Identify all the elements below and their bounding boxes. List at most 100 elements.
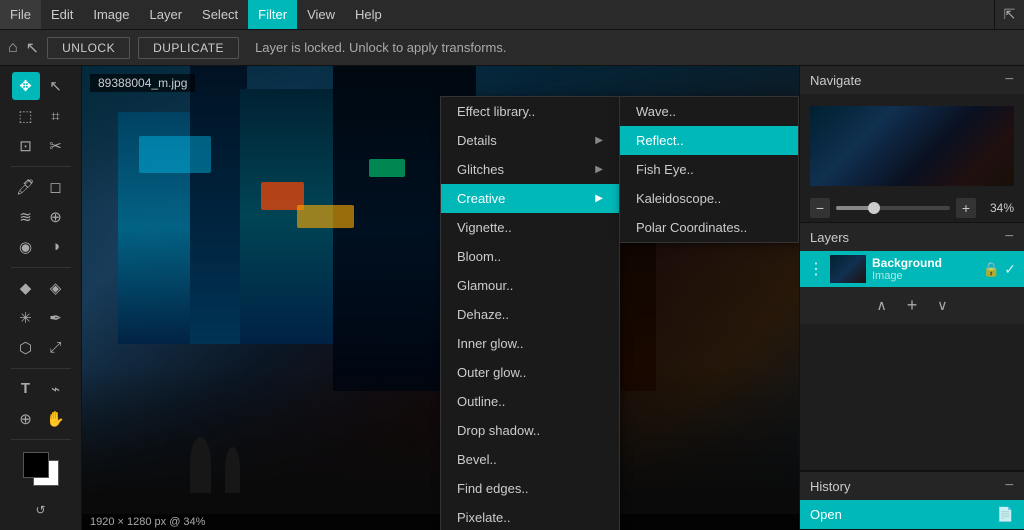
layer-drag-handle[interactable]: ⋮ <box>808 259 824 279</box>
layers-minimize[interactable]: − <box>1005 229 1014 245</box>
layer-row[interactable]: ⋮ Background Image 🔒 ✓ <box>800 251 1024 287</box>
eraser-tool[interactable]: ◻ <box>42 173 70 201</box>
filter-effect-library[interactable]: Effect library.. <box>441 97 619 126</box>
layer-info-label: Layer is locked. Unlock to apply transfo… <box>255 40 506 55</box>
filename-badge: 89388004_m.jpg <box>90 74 195 92</box>
menu-layer[interactable]: Layer <box>140 0 193 29</box>
layers-move-down-button[interactable]: ∨ <box>935 295 949 316</box>
move-tool[interactable]: ✥ <box>12 72 40 100</box>
filter-pixelate[interactable]: Pixelate.. <box>441 503 619 530</box>
filter-outline[interactable]: Outline.. <box>441 387 619 416</box>
pan-tool[interactable]: ✋ <box>42 405 70 433</box>
creative-submenu: Wave.. Reflect.. Fish Eye.. Kaleidoscope… <box>619 96 799 243</box>
creative-polar-coordinates[interactable]: Polar Coordinates.. <box>620 213 798 242</box>
zoom-row: − + 34% <box>800 194 1024 222</box>
creative-kaleidoscope[interactable]: Kaleidoscope.. <box>620 184 798 213</box>
heal-tool[interactable]: ⊕ <box>42 203 70 231</box>
unlock-button[interactable]: UNLOCK <box>47 37 130 59</box>
filter-dehaze[interactable]: Dehaze.. <box>441 300 619 329</box>
layers-section: Layers − ⋮ Background Image 🔒 ✓ ∧ <box>800 223 1024 471</box>
expand-icon: ⇱ <box>1004 6 1016 23</box>
right-panel: Navigate − X: Y: <box>799 66 1024 530</box>
menu-filter[interactable]: Filter <box>248 0 297 29</box>
filter-glamour[interactable]: Glamour.. <box>441 271 619 300</box>
menu-help[interactable]: Help <box>345 0 392 29</box>
brush-tool[interactable]: 🖊 <box>12 173 40 201</box>
color-swatch[interactable] <box>23 452 59 486</box>
pen-tool[interactable]: ✒ <box>42 304 70 332</box>
duplicate-button[interactable]: DUPLICATE <box>138 37 239 59</box>
transform-tool[interactable]: ⤢ <box>42 334 70 362</box>
filter-menu: Effect library.. Details ▶ Glitches ▶ Cr… <box>440 96 620 530</box>
filter-details[interactable]: Details ▶ <box>441 126 619 155</box>
filter-creative[interactable]: Creative ▶ <box>441 184 619 213</box>
main-layout: ✥ ↖ ⬚ ⌗ ⊡ ✂ 🖊 ◻ ≋ ⊕ ◉ ◑ ◆ ◈ ✳ <box>0 66 1024 530</box>
filter-drop-shadow[interactable]: Drop shadow.. <box>441 416 619 445</box>
layer-icons: 🔒 ✓ <box>983 261 1016 278</box>
tool-divider-3 <box>11 368 71 369</box>
menu-image[interactable]: Image <box>83 0 139 29</box>
foreground-color-swatch[interactable] <box>23 452 49 478</box>
menu-edit[interactable]: Edit <box>41 0 83 29</box>
creative-fish-eye[interactable]: Fish Eye.. <box>620 155 798 184</box>
menu-bar: File Edit Image Layer Select Filter View… <box>0 0 1024 30</box>
creative-wave[interactable]: Wave.. <box>620 97 798 126</box>
history-open-label: Open <box>810 507 842 522</box>
fill-tool[interactable]: ◆ <box>12 274 40 302</box>
pointer-icon[interactable]: ↖ <box>26 38 39 58</box>
navigate-minimize[interactable]: − <box>1005 72 1014 88</box>
layer-visibility-icon[interactable]: ✓ <box>1004 261 1016 278</box>
rotate-tool[interactable]: ↺ <box>27 496 55 524</box>
filter-inner-glow[interactable]: Inner glow.. <box>441 329 619 358</box>
filter-bevel[interactable]: Bevel.. <box>441 445 619 474</box>
creative-reflect[interactable]: Reflect.. <box>620 126 798 155</box>
smooth-tool[interactable]: ⌁ <box>42 375 70 403</box>
menu-select[interactable]: Select <box>192 0 248 29</box>
navigate-section: Navigate − X: Y: <box>800 66 1024 223</box>
layer-name: Background <box>872 256 977 270</box>
menu-view[interactable]: View <box>297 0 345 29</box>
layer-lock-icon[interactable]: 🔒 <box>983 261 1000 278</box>
expand-button[interactable]: ⇱ <box>994 0 1024 30</box>
pointer-tool[interactable]: ↖ <box>42 72 70 100</box>
blur-tool[interactable]: ◉ <box>12 233 40 261</box>
home-icon[interactable]: ⌂ <box>8 39 18 57</box>
menu-file[interactable]: File <box>0 0 41 29</box>
layers-add-button[interactable]: + <box>905 293 920 318</box>
scissors-tool[interactable]: ✂ <box>42 132 70 160</box>
lasso-tool[interactable]: ⌗ <box>42 102 70 130</box>
zoom-slider-fill <box>836 206 870 210</box>
history-minimize[interactable]: − <box>1005 478 1014 494</box>
navigate-thumbnail <box>810 106 1014 186</box>
shape-star-tool[interactable]: ✳ <box>12 304 40 332</box>
filter-glitches[interactable]: Glitches ▶ <box>441 155 619 184</box>
crop-tool[interactable]: ⊡ <box>12 132 40 160</box>
zoom-tool[interactable]: ⊕ <box>12 405 40 433</box>
navigate-header: Navigate − <box>800 66 1024 94</box>
filter-bloom[interactable]: Bloom.. <box>441 242 619 271</box>
zoom-plus-button[interactable]: + <box>956 198 976 218</box>
wave-tool[interactable]: ≋ <box>12 203 40 231</box>
navigate-title: Navigate <box>810 73 861 88</box>
filter-outer-glow[interactable]: Outer glow.. <box>441 358 619 387</box>
gradient-tool[interactable]: ◈ <box>42 274 70 302</box>
arrow-icon: ▶ <box>595 164 603 175</box>
zoom-minus-button[interactable]: − <box>810 198 830 218</box>
layer-thumb-image <box>830 255 866 283</box>
layers-header: Layers − <box>800 223 1024 251</box>
layers-title: Layers <box>810 230 849 245</box>
history-row[interactable]: Open 📄 <box>800 500 1024 529</box>
zoom-value: 34% <box>982 201 1014 215</box>
text-tool[interactable]: T <box>12 375 40 403</box>
filter-vignette[interactable]: Vignette.. <box>441 213 619 242</box>
zoom-slider[interactable] <box>836 206 950 210</box>
zoom-slider-thumb[interactable] <box>868 202 880 214</box>
dodge-tool[interactable]: ◑ <box>42 233 70 261</box>
left-toolbar: ✥ ↖ ⬚ ⌗ ⊡ ✂ 🖊 ◻ ≋ ⊕ ◉ ◑ ◆ ◈ ✳ <box>0 66 82 530</box>
tool-divider-4 <box>11 439 71 440</box>
rect-shape-tool[interactable]: ⬡ <box>12 334 40 362</box>
rect-select-tool[interactable]: ⬚ <box>12 102 40 130</box>
nav-thumb-image <box>810 106 1014 186</box>
filter-find-edges[interactable]: Find edges.. <box>441 474 619 503</box>
layers-move-up-button[interactable]: ∧ <box>874 295 888 316</box>
